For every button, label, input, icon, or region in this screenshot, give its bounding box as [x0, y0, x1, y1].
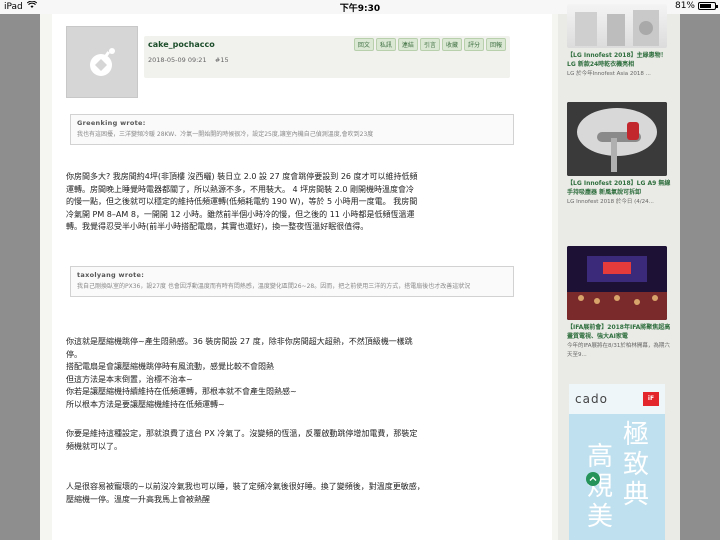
quote-block: Greenking wrote: 我也有這困擾，三洋變頻冷暖 28KW、冷氣一開…	[70, 114, 514, 145]
ad-char: 高	[586, 442, 613, 472]
post-paragraph: 你房間多大? 我房間約4坪(非頂樓 沒西曬) 裝日立 2.0 設 27 度會跳停…	[66, 171, 516, 234]
username-link[interactable]: cake_pochacco	[148, 40, 215, 49]
text-line: 所以根本方法是要讓壓縮機維持在低頻運轉~	[66, 399, 225, 409]
post-date: 2018-05-09 09:21	[148, 56, 207, 64]
appliance-image-icon	[575, 10, 659, 46]
chevron-up-icon	[589, 476, 597, 481]
ad-brand-logo: cado	[575, 392, 608, 406]
text-line: 但這方法是本末倒置，治標不治本~	[66, 374, 193, 384]
quote-button[interactable]: 引言	[419, 38, 440, 51]
ad-char: 美	[586, 502, 613, 532]
post-paragraph: 你要是維持這種設定，那就浪費了這台 PX 冷氣了。沒變頻的恆溫，反覆啟動跳停增加…	[66, 428, 516, 453]
award-badge: iF	[643, 392, 659, 406]
sidebar-article-card[interactable]: 【IFA展前會】2018年IFA將聚焦超高畫質電視、強大AI家電 今年的IFA展…	[562, 246, 676, 360]
article-thumbnail[interactable]	[567, 4, 667, 48]
quote-block: taxolyang wrote: 我自己剛換臥室的PX36，設27度 也會因浮動…	[70, 266, 514, 297]
text-line: 你這就是壓縮機跳停~產生悶熱感。36 裝房間設 27 度，除非你房間超大超熱，不…	[66, 337, 413, 346]
quote-author: taxolyang wrote:	[77, 271, 145, 279]
article-summary: 今年的IFA展將在8/31於柏林開幕，為期六天至9...	[567, 343, 670, 358]
text-line: 轉。我覺得忍受半小時(前半小時搭配電扇，其實也還好)，換一整夜恆溫好眠很值得。	[66, 222, 369, 231]
ad-char: 典	[622, 480, 649, 510]
article-thumbnail[interactable]	[567, 102, 667, 176]
reply-button[interactable]: 回文	[353, 38, 374, 51]
text-line: 停。	[66, 349, 82, 359]
article-title[interactable]: 【IFA展前會】2018年IFA將聚焦超高畫質電視、強大AI家電	[567, 323, 671, 341]
status-right: 81%	[674, 1, 718, 11]
vacuum-image-icon	[567, 102, 667, 176]
post-main: cake_pochacco 2018-05-09 09:21 #15 回文 私訊…	[52, 14, 552, 540]
conference-image-icon	[567, 246, 667, 320]
post-floor[interactable]: #15	[215, 56, 229, 64]
link-button[interactable]: 連結	[397, 38, 418, 51]
forum-page: cake_pochacco 2018-05-09 09:21 #15 回文 私訊…	[40, 4, 680, 540]
ad-char: 極	[622, 420, 649, 450]
text-line: 人是很容易被寵壞的~以前沒冷氣我也可以睡，裝了定頻冷氣後很好睡。換了變頻後，對溫…	[66, 482, 425, 491]
ad-text-column: 極 致 典	[621, 420, 651, 510]
text-line: 你要是維持這種設定，那就浪費了這台 PX 冷氣了。沒變頻的恆溫，反覆啟動跳停增加…	[66, 429, 418, 438]
avatar[interactable]	[66, 26, 138, 98]
text-line: 壓縮機一停。溫度一升高我馬上會被熱醒	[66, 494, 210, 504]
message-button[interactable]: 私訊	[375, 38, 396, 51]
sidebar-article-card[interactable]: 【LG Innofest 2018】主綠惠物！LG 新款24時乾衣機亮相 LG …	[562, 4, 676, 79]
post-paragraph: 人是很容易被寵壞的~以前沒冷氣我也可以睡，裝了定頻冷氣後很好睡。換了變頻後，對溫…	[66, 481, 516, 506]
sidebar: 【LG Innofest 2018】主綠惠物！LG 新款24時乾衣機亮相 LG …	[558, 4, 680, 540]
text-line: 你房間多大? 我房間約4坪(非頂樓 沒西曬) 裝日立 2.0 設 27 度會跳停…	[66, 172, 418, 181]
scroll-up-button[interactable]	[586, 472, 600, 486]
text-line: 運轉。房間晚上睡覺時電器都關了，所以熱源不多，不用裝大。 4 坪房間裝 2.0 …	[66, 184, 414, 194]
ad-text-column: 高 規 美	[585, 442, 615, 532]
text-line: 冷氣開 PM 8–AM 8，一開開 12 小時。雖然前半個小時冷的慢，但之後的 …	[66, 209, 415, 219]
ad-char: 致	[622, 450, 649, 480]
post-paragraph: 你這就是壓縮機跳停~產生悶熱感。36 裝房間設 27 度，除非你房間超大超熱，不…	[66, 336, 516, 411]
text-line: 的慢一點，但之後就可以穩定的維持低頻運轉(低頻耗電約 190 W)，等於 5 小…	[66, 197, 418, 206]
post-header: cake_pochacco 2018-05-09 09:21 #15 回文 私訊…	[144, 36, 510, 78]
quote-text: 我也有這困擾，三洋變頻冷暖 28KW、冷氣一開始開的時候很冷，設定25度,讓室內…	[77, 131, 374, 138]
favorite-button[interactable]: 收藏	[441, 38, 462, 51]
text-line: 搭配電扇是會讓壓縮機跳停時有風流動，感覺比較不會悶熱	[66, 362, 274, 371]
article-summary: LG 於今年Innofest Asia 2018 ...	[567, 71, 651, 77]
sidebar-ad-banner[interactable]: cado iF 高 規 美 極 致 典	[569, 384, 665, 540]
report-button[interactable]: 回報	[485, 38, 506, 51]
quote-author: Greenking wrote:	[77, 119, 146, 127]
sidebar-article-card[interactable]: 【LG Innofest 2018】LG A9 無線手持吸塵器 新風氣說可拆卸 …	[562, 102, 676, 207]
article-title[interactable]: 【LG Innofest 2018】LG A9 無線手持吸塵器 新風氣說可拆卸	[567, 179, 671, 197]
quote-text: 我自己剛換臥室的PX36，設27度 也會因浮動溫度而有時有悶熱感，溫度變化區間2…	[77, 283, 471, 290]
text-line: 你若是讓壓縮機持續維持在低頻運轉，那根本就不會產生悶熱感~	[66, 387, 297, 396]
article-title[interactable]: 【LG Innofest 2018】主綠惠物！LG 新款24時乾衣機亮相	[567, 51, 671, 69]
post-meta: 2018-05-09 09:21 #15	[148, 56, 229, 64]
rate-button[interactable]: 評分	[463, 38, 484, 51]
avatar-placeholder-icon	[90, 48, 115, 76]
battery-fill	[700, 4, 712, 8]
post-actions: 回文 私訊 連結 引言 收藏 評分 回報	[353, 38, 506, 51]
battery-percent: 81%	[674, 1, 695, 11]
article-thumbnail[interactable]	[567, 246, 667, 320]
article-summary: LG Innofest 2018 於今日 (4/24...	[567, 199, 654, 205]
text-line: 頻機就可以了。	[66, 441, 122, 451]
battery-icon	[698, 2, 718, 10]
ad-header: cado iF	[569, 384, 665, 414]
